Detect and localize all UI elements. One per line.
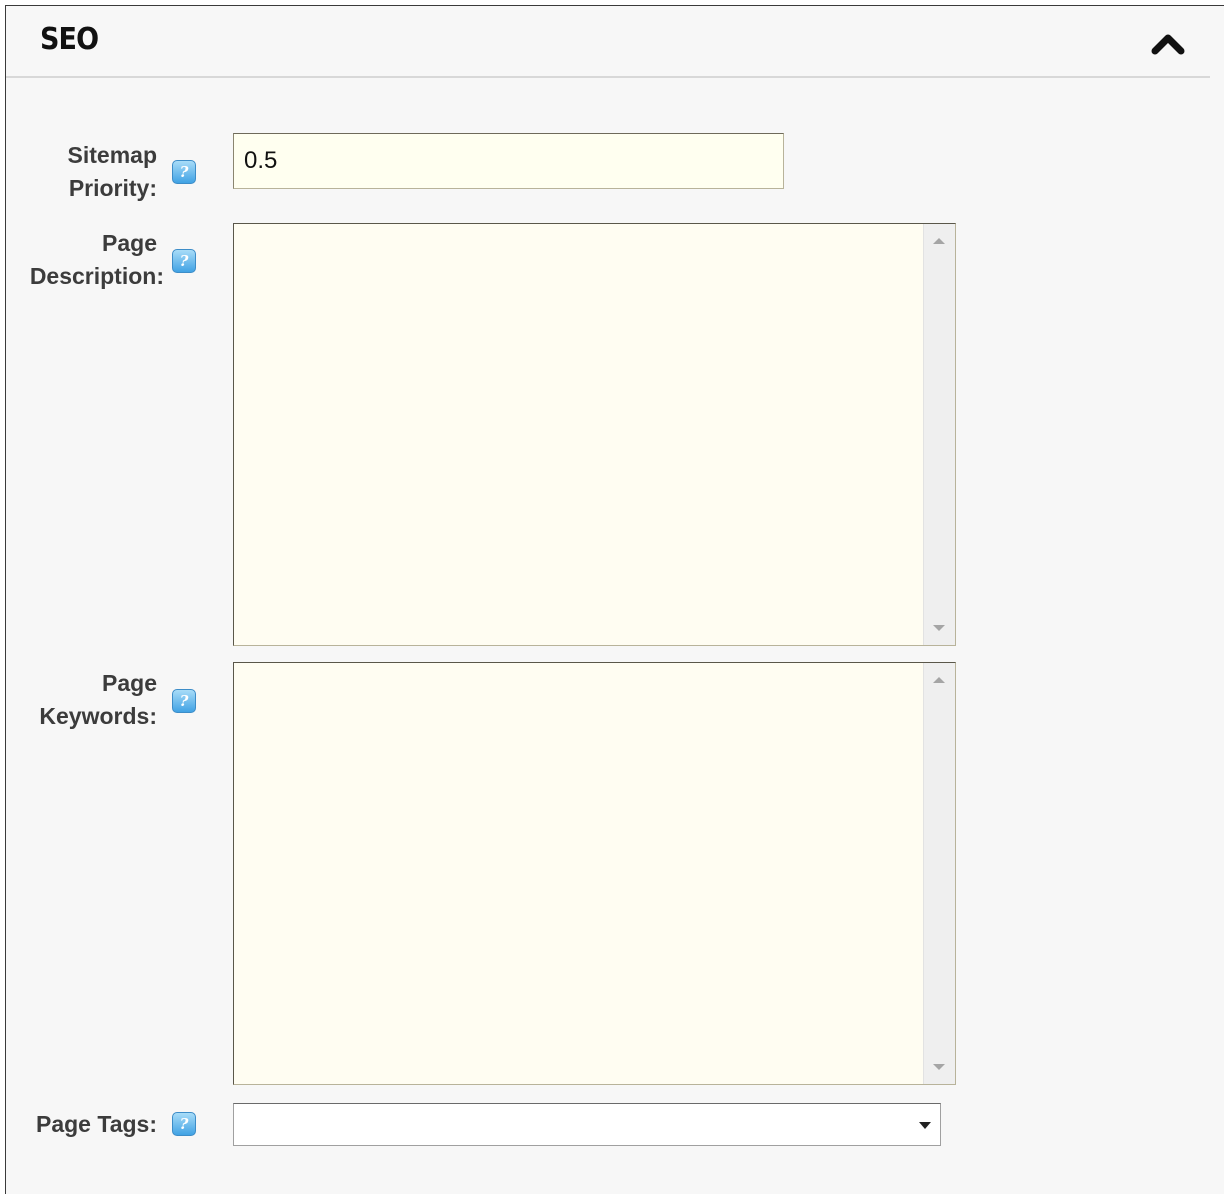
page-keywords-label-line2: Keywords: bbox=[39, 703, 157, 729]
chevron-down-icon[interactable] bbox=[919, 1122, 931, 1129]
scroll-up-icon[interactable] bbox=[933, 238, 945, 244]
panel-header[interactable]: SEO bbox=[6, 6, 1210, 78]
chevron-up-icon bbox=[1151, 34, 1185, 55]
panel-title: SEO bbox=[40, 22, 99, 57]
page-tags-label: Page Tags: bbox=[36, 1111, 157, 1137]
collapse-button[interactable] bbox=[1146, 26, 1190, 60]
page-description-textarea[interactable] bbox=[234, 224, 922, 645]
help-icon[interactable]: ? bbox=[172, 160, 196, 184]
page-keywords-textarea[interactable] bbox=[234, 663, 922, 1084]
sitemap-priority-label-line2: Priority: bbox=[68, 175, 157, 201]
page-description-label: Page Description: bbox=[13, 227, 164, 293]
help-icon[interactable]: ? bbox=[172, 249, 196, 273]
scroll-up-icon[interactable] bbox=[933, 677, 945, 683]
sitemap-priority-label: Sitemap Priority: bbox=[6, 139, 157, 205]
page-keywords-label-line1: Page bbox=[102, 670, 157, 696]
scrollbar[interactable] bbox=[923, 663, 955, 1084]
help-icon[interactable]: ? bbox=[172, 689, 196, 713]
page-description-textarea-container bbox=[233, 223, 956, 646]
sitemap-priority-input[interactable] bbox=[233, 133, 784, 189]
scroll-down-icon[interactable] bbox=[933, 1064, 945, 1070]
page-description-label-line1: Page bbox=[102, 230, 157, 256]
scroll-down-icon[interactable] bbox=[933, 625, 945, 631]
sitemap-priority-label-line1: Sitemap bbox=[67, 142, 157, 168]
page-tags-select[interactable] bbox=[233, 1103, 941, 1146]
page-description-label-line2: Description: bbox=[29, 263, 164, 289]
page-keywords-textarea-container bbox=[233, 662, 956, 1085]
help-icon[interactable]: ? bbox=[172, 1112, 196, 1136]
seo-panel: SEO Sitemap Priority: ? Page Description… bbox=[5, 5, 1224, 1194]
page-keywords-label: Page Keywords: bbox=[6, 667, 157, 733]
scrollbar[interactable] bbox=[923, 224, 955, 645]
